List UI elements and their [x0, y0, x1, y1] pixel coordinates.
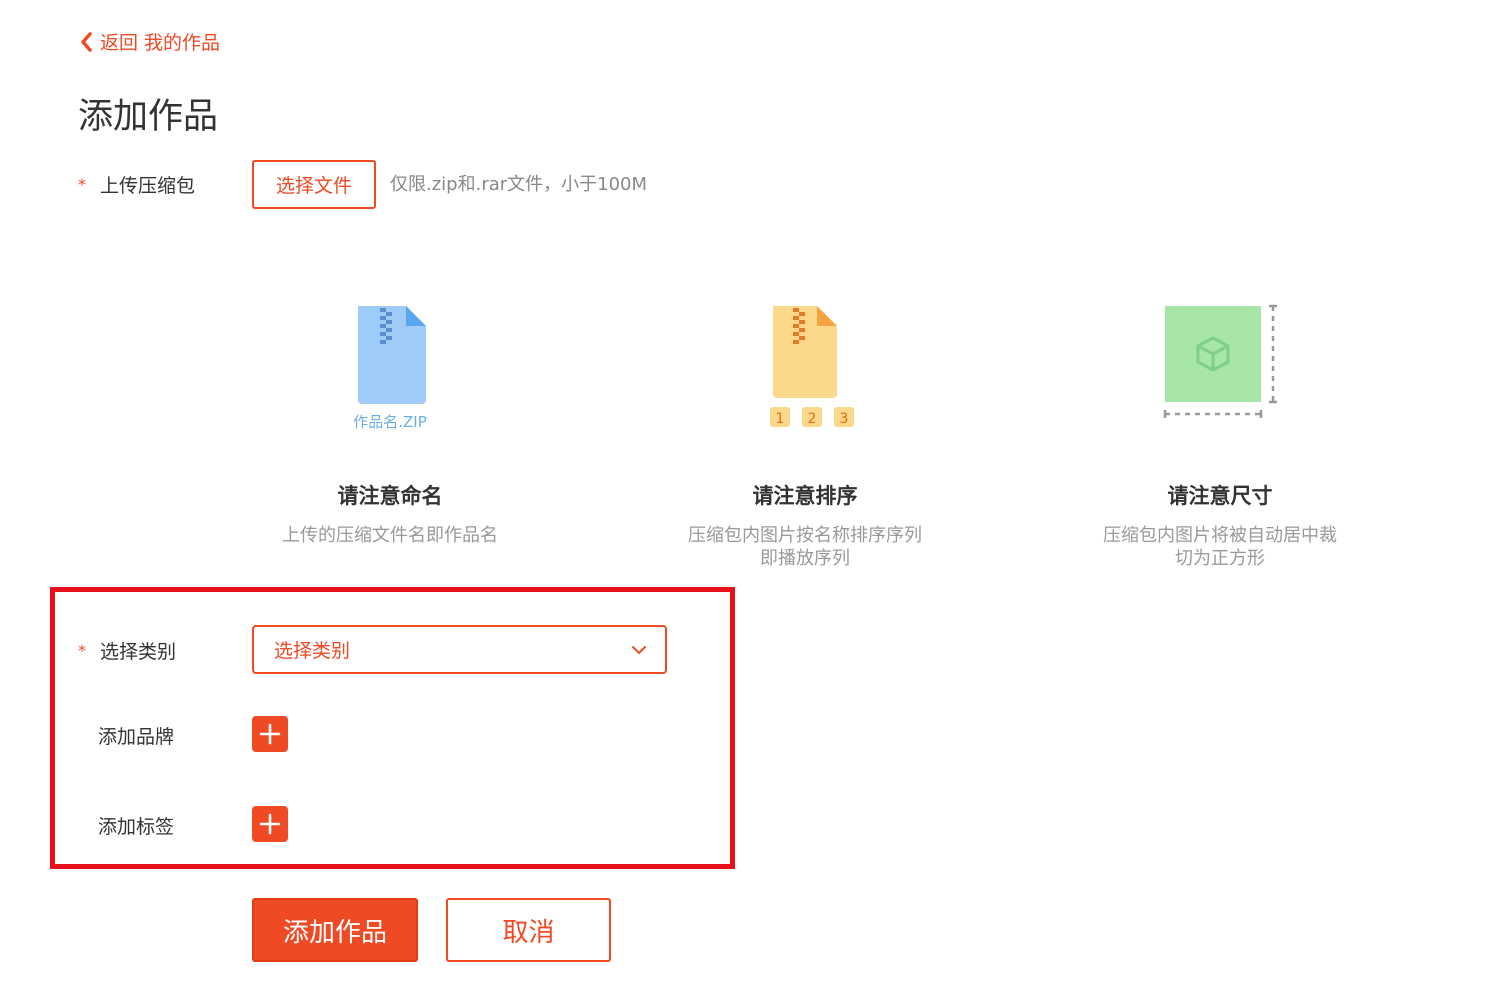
- order-badge: 1: [776, 411, 785, 427]
- upload-label-text: 上传压缩包: [100, 175, 196, 197]
- tag-label: 添加标签: [78, 812, 174, 839]
- category-select[interactable]: 选择类别: [252, 625, 667, 674]
- tip-title: 请注意尺寸: [1167, 484, 1273, 508]
- tip-naming: 作品名.ZIP 请注意命名 上传的压缩文件名即作品名: [230, 300, 550, 547]
- tip-title: 请注意排序: [752, 484, 858, 508]
- order-badges: 1 2 3: [770, 407, 854, 427]
- back-link-label: 返回 我的作品: [100, 32, 221, 54]
- tip-size: 请注意尺寸 压缩包内图片将被自动居中裁 切为正方形: [1060, 300, 1380, 570]
- tip-desc: 上传的压缩文件名即作品名: [230, 524, 550, 547]
- ordered-zip-file-icon: 1 2 3: [645, 300, 965, 440]
- tag-label-text: 添加标签: [98, 816, 175, 838]
- plus-icon: [259, 723, 281, 745]
- choose-file-button[interactable]: 选择文件: [252, 160, 376, 209]
- zip-file-caption: 作品名.ZIP: [353, 413, 427, 430]
- tip-desc: 压缩包内图片将被自动居中裁 切为正方形: [1060, 524, 1380, 570]
- upload-hint: 仅限.zip和.rar文件，小于100M: [390, 174, 648, 195]
- zip-file-icon: 作品名.ZIP: [230, 300, 550, 440]
- page-title: 添加作品: [78, 97, 219, 137]
- add-work-page: 返回 我的作品 添加作品 * 上传压缩包 选择文件 仅限.zip和.rar文件，…: [0, 0, 1500, 1000]
- add-tag-button[interactable]: [252, 806, 288, 842]
- tip-desc-line: 压缩包内图片按名称排序序列: [688, 525, 922, 546]
- tip-desc: 压缩包内图片按名称排序序列 即播放序列: [645, 524, 965, 570]
- chevron-down-icon: [632, 645, 646, 654]
- add-brand-button[interactable]: [252, 716, 288, 752]
- submit-button[interactable]: 添加作品: [252, 898, 418, 962]
- brand-label: 添加品牌: [78, 722, 174, 749]
- tip-desc-line: 切为正方形: [1175, 548, 1265, 569]
- brand-label-text: 添加品牌: [98, 726, 175, 748]
- category-label: * 选择类别: [78, 637, 176, 664]
- back-link[interactable]: 返回 我的作品: [78, 28, 220, 55]
- cancel-button[interactable]: 取消: [446, 898, 611, 962]
- tip-ordering: 1 2 3 请注意排序 压缩包内图片按名称排序序列 即播放序列: [645, 300, 965, 570]
- tip-desc-line: 即播放序列: [760, 548, 850, 569]
- tip-title: 请注意命名: [337, 484, 443, 508]
- category-select-value: 选择类别: [274, 640, 351, 662]
- order-badge: 3: [840, 411, 849, 427]
- upload-label: * 上传压缩包: [78, 171, 195, 198]
- category-label-text: 选择类别: [100, 641, 177, 663]
- tip-desc-line: 上传的压缩文件名即作品名: [282, 525, 498, 546]
- plus-icon: [259, 813, 281, 835]
- required-mark: *: [78, 641, 86, 660]
- tip-desc-line: 压缩包内图片将被自动居中裁: [1103, 525, 1337, 546]
- required-mark: *: [78, 175, 86, 194]
- chevron-left-icon: [81, 31, 92, 52]
- order-badge: 2: [808, 411, 817, 427]
- square-crop-icon: [1060, 300, 1380, 440]
